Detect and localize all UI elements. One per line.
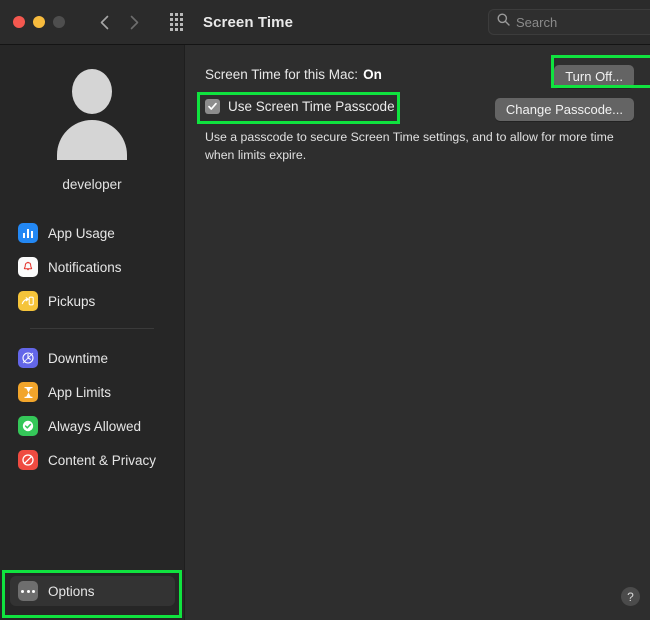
- user-avatar-icon: [43, 67, 141, 165]
- titlebar: Screen Time: [0, 0, 650, 45]
- sidebar-item-downtime[interactable]: Downtime: [10, 343, 174, 373]
- sidebar-item-always-allowed[interactable]: Always Allowed: [10, 411, 174, 441]
- sidebar-options-section: Options: [0, 576, 185, 610]
- user-profile: developer: [0, 45, 184, 192]
- window-title: Screen Time: [203, 13, 294, 31]
- sidebar: developer App Usage Notifications Pickup…: [0, 45, 185, 620]
- sidebar-item-content-privacy[interactable]: Content & Privacy: [10, 445, 174, 475]
- sidebar-nav: App Usage Notifications Pickups Downtime…: [0, 218, 184, 475]
- change-passcode-button[interactable]: Change Passcode...: [494, 98, 634, 121]
- help-button[interactable]: ?: [621, 587, 640, 606]
- phone-pickup-icon: [18, 291, 38, 311]
- turn-off-button[interactable]: Turn Off...: [554, 65, 634, 88]
- sidebar-item-label: Pickups: [48, 293, 96, 309]
- main-panel: Screen Time for this Mac: On Turn Off...…: [186, 45, 650, 620]
- hourglass-icon: [18, 382, 38, 402]
- sidebar-item-label: Notifications: [48, 259, 122, 275]
- sidebar-item-label: Always Allowed: [48, 418, 142, 434]
- sidebar-item-options[interactable]: Options: [10, 576, 175, 606]
- search-icon: [497, 13, 510, 31]
- minimize-button[interactable]: [33, 16, 45, 28]
- sidebar-item-label: Options: [48, 583, 95, 599]
- sidebar-item-pickups[interactable]: Pickups: [10, 286, 174, 316]
- clock-icon: [18, 348, 38, 368]
- use-passcode-checkbox-row[interactable]: Use Screen Time Passcode: [205, 99, 395, 114]
- screen-time-status-value: On: [363, 67, 382, 82]
- sidebar-divider: [30, 328, 154, 329]
- sidebar-item-label: App Limits: [48, 384, 112, 400]
- sidebar-item-label: Content & Privacy: [48, 452, 157, 468]
- screen-time-status-row: Screen Time for this Mac: On: [205, 67, 382, 82]
- app-grid-icon[interactable]: [165, 11, 187, 33]
- screen-time-status-label: Screen Time for this Mac:: [205, 67, 359, 82]
- use-passcode-label: Use Screen Time Passcode: [228, 99, 395, 114]
- sidebar-item-label: App Usage: [48, 225, 115, 241]
- back-button[interactable]: [91, 9, 117, 35]
- navigation-arrows: [91, 9, 147, 35]
- no-entry-icon: [18, 450, 38, 470]
- passcode-description: Use a passcode to secure Screen Time set…: [205, 130, 614, 162]
- sidebar-item-app-usage[interactable]: App Usage: [10, 218, 174, 248]
- window-controls: [13, 16, 65, 28]
- sidebar-item-app-limits[interactable]: App Limits: [10, 377, 174, 407]
- ellipsis-icon: [18, 581, 38, 601]
- bell-icon: [18, 257, 38, 277]
- bar-chart-icon: [18, 223, 38, 243]
- close-button[interactable]: [13, 16, 25, 28]
- search-input[interactable]: [516, 14, 650, 30]
- forward-button[interactable]: [121, 9, 147, 35]
- zoom-button: [53, 16, 65, 28]
- use-passcode-checkbox[interactable]: [205, 99, 220, 114]
- screen-time-window: Screen Time developer App Usage: [0, 0, 650, 620]
- search-field[interactable]: [488, 9, 650, 35]
- sidebar-item-notifications[interactable]: Notifications: [10, 252, 174, 282]
- checkmark-icon: [18, 416, 38, 436]
- username-label: developer: [62, 177, 122, 192]
- sidebar-item-label: Downtime: [48, 350, 109, 366]
